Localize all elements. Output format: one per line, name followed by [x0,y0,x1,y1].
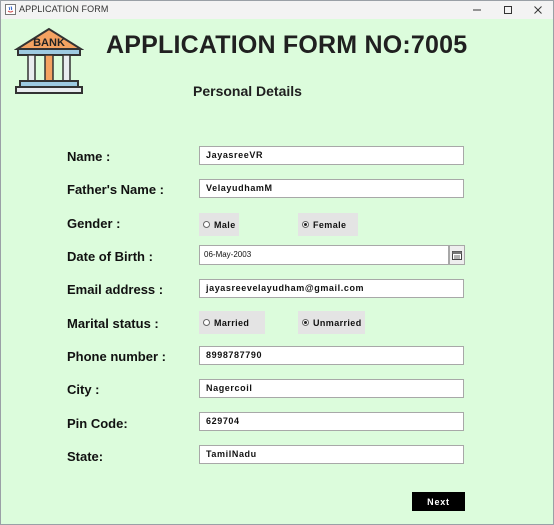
gender-female-label: Female [313,219,347,230]
dob-field[interactable]: 06-May-2003 [199,245,449,265]
gender-male-radio[interactable]: Male [199,213,239,236]
bank-building-icon: BANK [14,27,84,94]
name-label: Name : [67,149,111,164]
pin-code-label: Pin Code: [67,416,128,431]
title-bar: APPLICATION FORM [1,1,553,19]
section-title: Personal Details [193,83,302,99]
state-label: State: [67,449,104,464]
dob-label: Date of Birth : [67,249,153,264]
phone-field[interactable]: 8998787790 [199,346,464,365]
maximize-button[interactable] [493,1,523,19]
next-button[interactable]: Next [412,492,465,511]
city-label: City : [67,382,100,397]
pin-code-field[interactable]: 629704 [199,412,464,431]
father-name-label: Father's Name : [67,182,165,197]
calendar-icon [452,250,462,260]
radio-unchecked-icon [203,319,210,326]
form-panel: BANK APPLICATION FORM NO:7005 Personal D… [1,19,553,524]
phone-label: Phone number : [67,349,166,364]
email-label: Email address : [67,282,164,297]
state-field[interactable]: TamilNadu [199,445,464,464]
gender-label: Gender : [67,216,121,231]
form-title: APPLICATION FORM NO:7005 [106,31,468,59]
city-field[interactable]: Nagercoil [199,379,464,398]
marital-married-radio[interactable]: Married [199,311,265,334]
father-name-field[interactable]: VelayudhamM [199,179,464,198]
email-field[interactable]: jayasreevelayudham@gmail.com [199,279,464,298]
window-title: APPLICATION FORM [19,4,109,14]
close-button[interactable] [523,1,553,19]
radio-unchecked-icon [203,221,210,228]
calendar-button[interactable] [449,245,465,265]
logo-text: BANK [33,37,65,49]
minimize-button[interactable] [462,1,492,19]
gender-male-label: Male [214,219,236,230]
marital-status-label: Marital status : [67,316,159,331]
java-app-icon [5,4,16,15]
application-window: APPLICATION FORM BANK APPLICATION FORM N… [0,0,554,525]
marital-married-label: Married [214,317,250,328]
minimize-icon [473,9,481,11]
marital-unmarried-radio[interactable]: Unmarried [298,311,365,334]
close-icon [534,6,542,14]
name-field[interactable]: JayasreeVR [199,146,464,165]
maximize-icon [504,6,512,14]
radio-checked-icon [302,319,309,326]
gender-female-radio[interactable]: Female [298,213,358,236]
radio-checked-icon [302,221,309,228]
marital-unmarried-label: Unmarried [313,317,362,328]
